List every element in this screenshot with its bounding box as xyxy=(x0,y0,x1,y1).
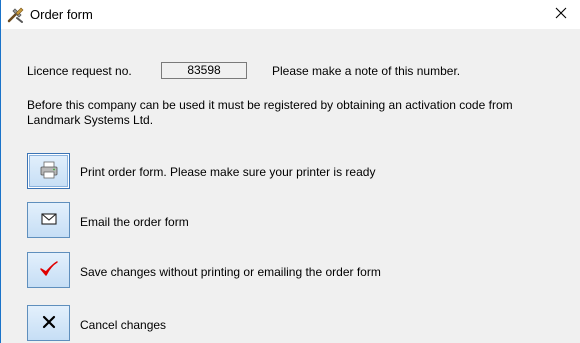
close-button[interactable] xyxy=(542,0,580,29)
email-order-form-label: Email the order form xyxy=(80,215,189,229)
cancel-changes-button[interactable] xyxy=(27,305,70,341)
email-order-form-button[interactable] xyxy=(27,202,70,238)
licence-note-text: Please make a note of this number. xyxy=(272,64,461,78)
envelope-icon xyxy=(40,212,57,228)
printer-icon xyxy=(39,161,59,182)
registration-info-text: Before this company can be used it must … xyxy=(27,98,513,127)
print-order-form-button[interactable] xyxy=(27,153,70,189)
order-form-window: Order form Licence request no. 83598 Ple… xyxy=(0,0,580,343)
print-order-form-label: Print order form. Please make sure your … xyxy=(80,165,376,179)
save-changes-button[interactable] xyxy=(27,252,70,288)
licence-request-label: Licence request no. xyxy=(27,64,132,78)
cross-icon xyxy=(42,315,56,332)
close-icon xyxy=(555,7,567,22)
save-changes-label: Save changes without printing or emailin… xyxy=(80,265,381,279)
licence-number-field: 83598 xyxy=(161,62,247,79)
title-bar[interactable]: Order form xyxy=(1,0,580,29)
window-title: Order form xyxy=(30,7,93,22)
tools-icon xyxy=(7,6,25,24)
checkmark-icon xyxy=(39,260,59,281)
cancel-changes-label: Cancel changes xyxy=(80,318,167,332)
